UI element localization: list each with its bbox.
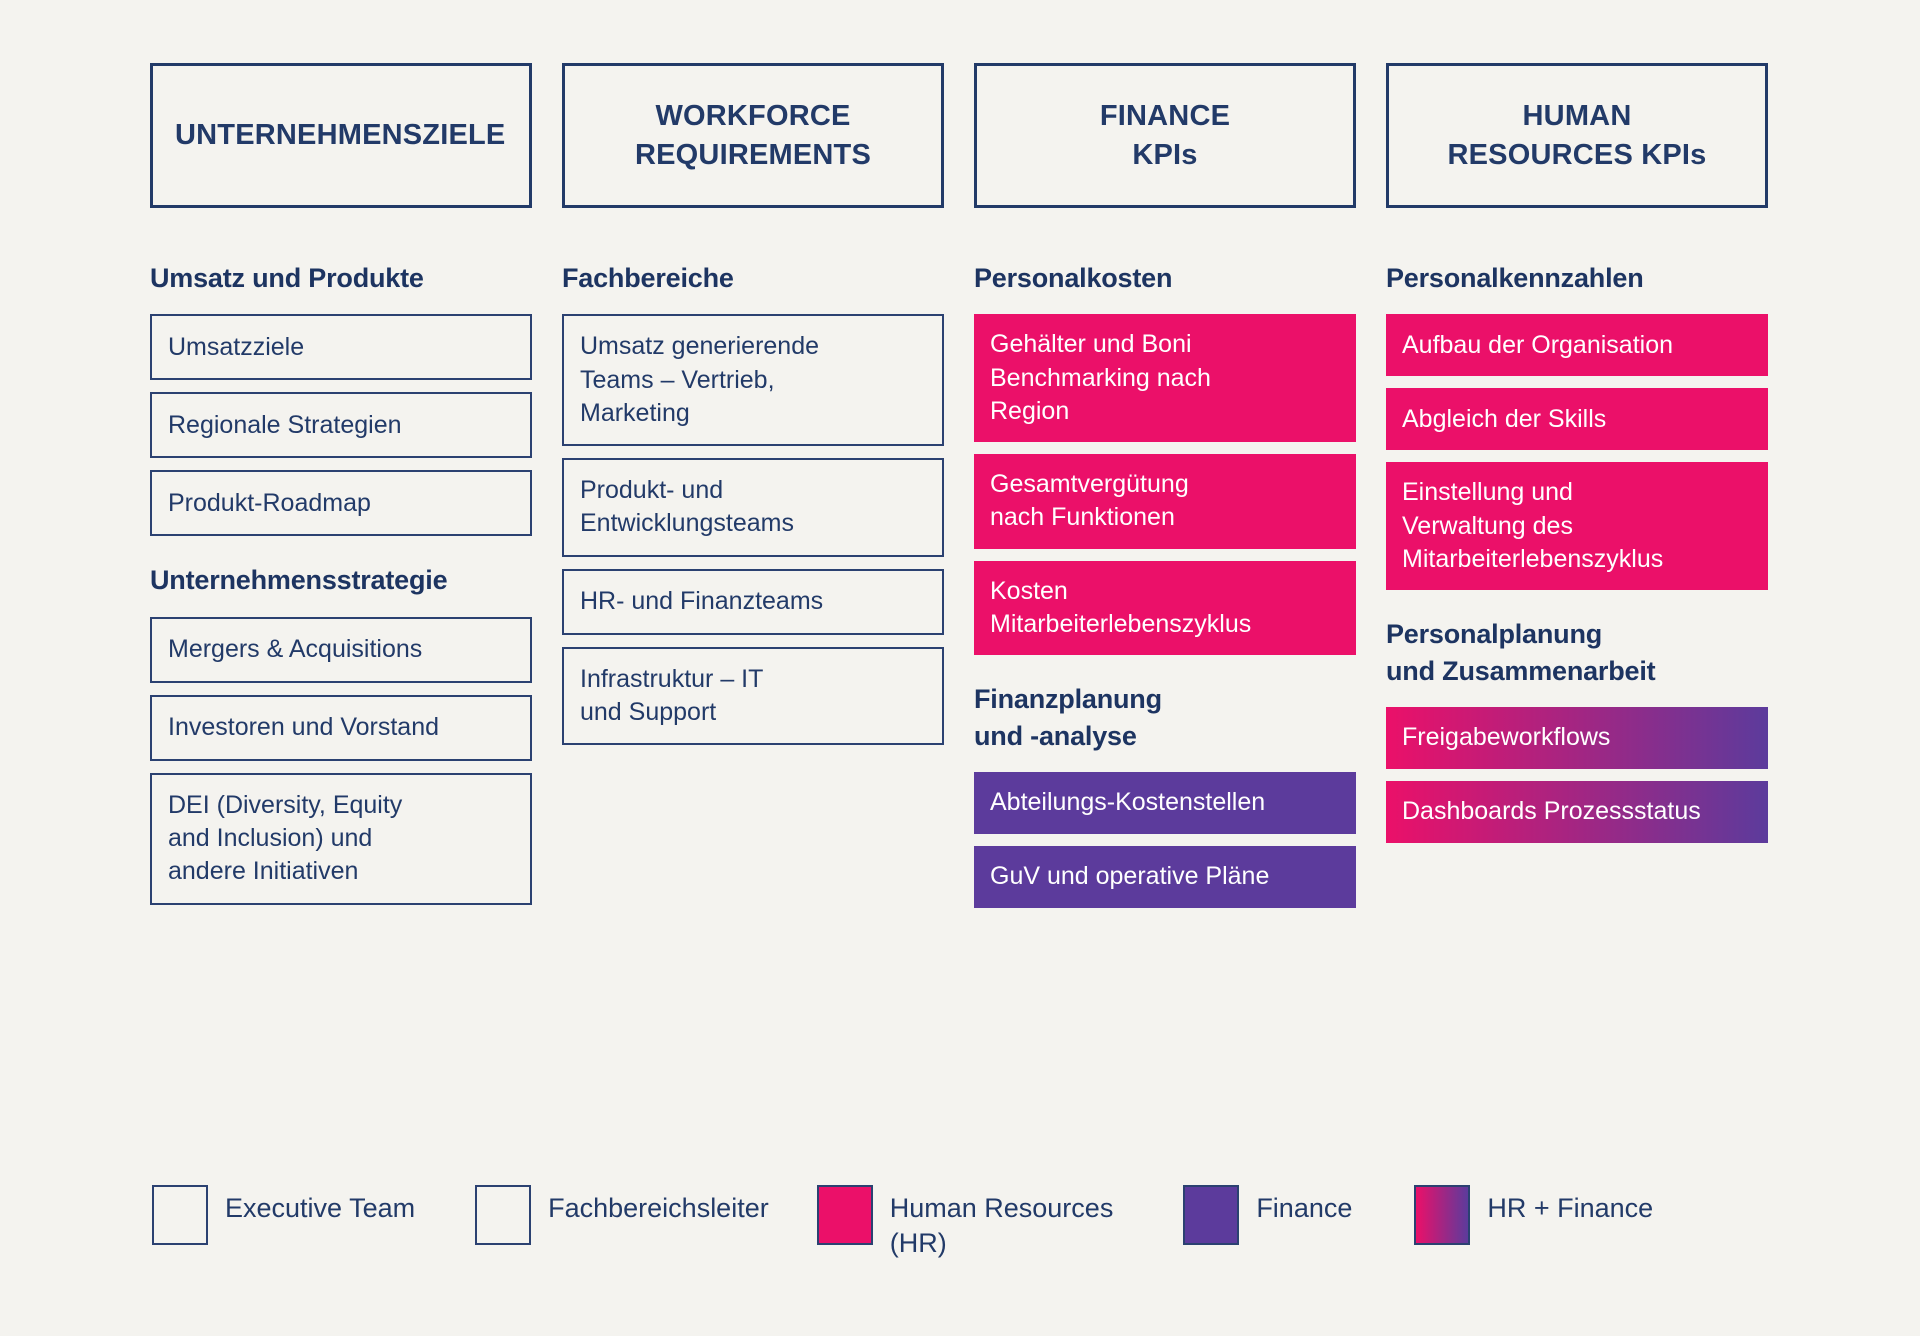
column-3: FINANCE KPIs Personalkosten Gehälter und B… (974, 63, 1356, 920)
legend-item: Finance (1183, 1185, 1352, 1245)
item-card[interactable]: Produkt-Roadmap (150, 470, 532, 537)
legend-label: Executive Team (225, 1193, 416, 1223)
legend-item: Executive Team (152, 1185, 415, 1245)
column-1: UNTERNEHMENSZIELE Umsatz und Produkte Umsa… (150, 63, 532, 920)
legend-item: Fachbereichsleiter (475, 1185, 769, 1245)
column-header-title: UNTERNEHMENSZIELE (175, 119, 506, 152)
column-header-title: WORKFORCE REQUIREMENTS (634, 100, 872, 171)
legend: Executive Team Fachbereichsleiter Human Re… (152, 1185, 1653, 1261)
item-card[interactable]: Umsatz generierende Teams – Vertrieb, Ma… (562, 314, 944, 447)
column-header-title: HUMAN RESOURCES KPIs (1447, 100, 1707, 171)
section-title: Personalplanung und Zusammenarbeit (1386, 619, 1656, 686)
item-card[interactable]: Kosten Mitarbeiterlebenszyklus (974, 560, 1356, 656)
section-title: Unternehmensstrategie (150, 565, 448, 596)
column-header-box-1: UNTERNEHMENSZIELE (150, 63, 532, 208)
item-card[interactable]: GuV und operative Pläne (974, 846, 1356, 909)
legend-swatch-purple (1183, 1185, 1240, 1245)
item-card[interactable]: Produkt- und Entwicklungsteams (562, 458, 944, 557)
item-card[interactable]: Umsatzziele (150, 314, 532, 381)
legend-swatch-gradient (1414, 1185, 1471, 1245)
legend-swatch-outline (475, 1185, 532, 1245)
section-title: Finanzplanung und -analyse (974, 684, 1162, 751)
item-card[interactable]: Regionale Strategien (150, 392, 532, 459)
legend-label: HR + Finance (1487, 1193, 1654, 1223)
legend-swatch-outline (152, 1185, 208, 1245)
column-4: HUMAN RESOURCES KPIs Personalkennzahlen Au… (1386, 63, 1768, 920)
legend-label: Finance (1256, 1193, 1353, 1223)
column-header-box-2: WORKFORCE REQUIREMENTS (562, 63, 944, 208)
item-card[interactable]: Infrastruktur – IT und Support (562, 646, 944, 746)
legend-label: Fachbereichsleiter (548, 1193, 769, 1223)
legend-label: Human Resources (HR) (889, 1193, 1114, 1259)
item-card[interactable]: Abgleich der Skills (1386, 388, 1768, 451)
column-header-box-4: HUMAN RESOURCES KPIs (1386, 63, 1768, 208)
item-card[interactable]: Einstellung und Verwaltung des Mitarbeit… (1386, 462, 1768, 591)
item-card[interactable]: DEI (Diversity, Equity and Inclusion) un… (150, 772, 532, 905)
column-header-box-3: FINANCE KPIs (974, 63, 1356, 208)
item-card[interactable]: Investoren und Vorstand (150, 694, 532, 761)
item-card[interactable]: Dashboards Prozessstatus (1386, 781, 1768, 844)
section-title: Fachbereiche (562, 263, 734, 293)
column-header-title: FINANCE KPIs (1099, 100, 1231, 171)
legend-swatch-pink (816, 1185, 873, 1245)
item-card[interactable]: HR- und Finanzteams (562, 568, 944, 635)
diagram-canvas: UNTERNEHMENSZIELE Umsatz und Produkte Umsa… (0, 0, 1920, 1336)
item-card[interactable]: Mergers & Acquisitions (150, 616, 532, 683)
legend-item: Human Resources (HR) (816, 1185, 1114, 1261)
item-card[interactable]: Gesamtvergütung nach Funktionen (974, 454, 1356, 549)
item-card[interactable]: Aufbau der Organisation (1386, 314, 1768, 377)
item-card[interactable]: Gehälter und Boni Benchmarking nach Regi… (974, 314, 1356, 443)
column-2: WORKFORCE REQUIREMENTS Fachbereiche Umsatz… (562, 63, 944, 920)
item-card[interactable]: Freigabeworkflows (1386, 707, 1768, 770)
column-grid: UNTERNEHMENSZIELE Umsatz und Produkte Umsa… (150, 63, 1800, 920)
item-card[interactable]: Abteilungs-Kostenstellen (974, 772, 1356, 835)
section-title: Umsatz und Produkte (150, 263, 424, 293)
section-title: Personalkennzahlen (1386, 263, 1644, 293)
section-title: Personalkosten (974, 263, 1173, 293)
legend-item: HR + Finance (1414, 1185, 1653, 1245)
